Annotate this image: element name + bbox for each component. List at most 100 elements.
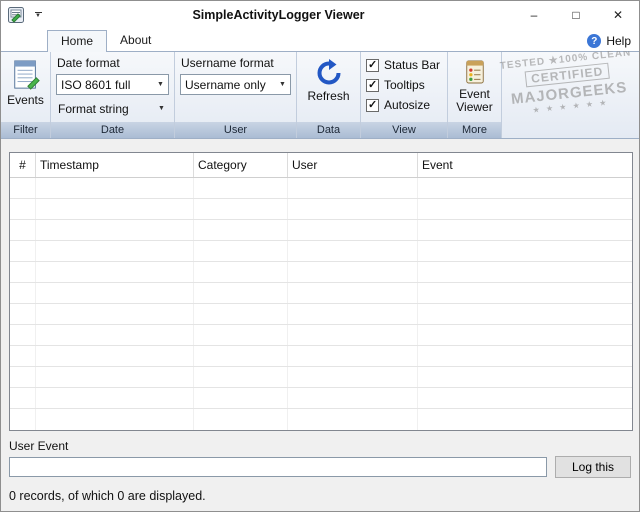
checkbox-label: Status Bar [384,58,441,72]
help-button[interactable]: ? Help [587,34,631,51]
table-row[interactable] [10,346,632,367]
table-cell [194,241,288,261]
group-caption-filter: Filter [1,122,50,138]
table-cell [10,367,36,387]
table-cell [36,283,194,303]
username-format-value: Username only [185,77,266,92]
checkbox-tooltips[interactable]: ✓ Tooltips [366,75,442,95]
refresh-icon [317,59,340,85]
checkbox-autosize[interactable]: ✓ Autosize [366,95,442,115]
table-cell [36,262,194,282]
table-row[interactable] [10,367,632,388]
checkbox-box: ✓ [366,58,379,72]
check-icon: ✓ [368,58,378,71]
group-caption-user: User [175,122,296,138]
format-string-dropdown[interactable]: Format string ▼ [56,99,169,118]
table-row[interactable] [10,325,632,346]
table-cell [194,409,288,430]
table-cell [36,199,194,219]
events-icon [13,60,40,90]
table-cell [10,241,36,261]
tab-about[interactable]: About [107,30,164,51]
events-table: # Timestamp Category User Event [9,152,633,431]
table-body [10,178,632,430]
table-cell [194,325,288,345]
table-cell [288,262,418,282]
ribbon-group-more: Event Viewer More [448,52,502,138]
table-row[interactable] [10,304,632,325]
user-event-label: User Event [9,439,69,453]
table-cell [194,367,288,387]
table-cell [288,241,418,261]
window-controls: – □ ✕ [513,1,639,29]
table-cell [288,220,418,240]
user-event-input[interactable] [9,457,547,477]
table-cell [36,388,194,408]
column-header-event[interactable]: Event [418,153,632,177]
quick-access-dropdown[interactable]: ▼ [32,11,44,19]
close-button[interactable]: ✕ [597,1,639,29]
table-cell [10,220,36,240]
table-row[interactable] [10,409,632,430]
events-button[interactable]: Events [6,55,45,122]
checkbox-status-bar[interactable]: ✓ Status Bar [366,55,442,75]
table-cell [10,283,36,303]
table-cell [36,367,194,387]
window-title: SimpleActivityLogger Viewer [192,8,365,22]
help-icon: ? [587,34,602,48]
table-row[interactable] [10,178,632,199]
table-cell [36,304,194,324]
table-cell [194,283,288,303]
table-cell [194,199,288,219]
status-bar: 0 records, of which 0 are displayed. [9,489,631,503]
majorgeeks-watermark: TESTED ★100% CLEAN CERTIFIED MAJORGEEKS … [496,47,639,118]
table-row[interactable] [10,283,632,304]
chevron-down-icon: ▼ [157,81,164,88]
ribbon: Events Filter Date format ISO 8601 full … [1,47,639,139]
table-header: # Timestamp Category User Event [10,153,632,178]
refresh-button[interactable]: Refresh [302,55,355,122]
log-this-button[interactable]: Log this [555,456,631,478]
table-cell [194,346,288,366]
ribbon-tab-bar: Home About ? Help [1,29,639,52]
column-header-user[interactable]: User [288,153,418,177]
table-cell [10,388,36,408]
record-count-text: 0 records, of which 0 are displayed. [9,489,206,503]
table-cell [418,346,632,366]
table-cell [418,199,632,219]
table-cell [36,325,194,345]
table-cell [10,346,36,366]
tab-home[interactable]: Home [47,30,108,52]
table-row[interactable] [10,388,632,409]
username-format-select[interactable]: Username only ▼ [180,74,291,95]
table-row[interactable] [10,199,632,220]
table-cell [418,283,632,303]
table-row[interactable] [10,241,632,262]
table-cell [10,262,36,282]
column-header-timestamp[interactable]: Timestamp [36,153,194,177]
date-format-title: Date format [57,56,120,70]
date-format-select[interactable]: ISO 8601 full ▼ [56,74,169,95]
check-icon: ✓ [368,98,378,111]
column-header-number[interactable]: # [10,153,36,177]
group-caption-view: View [361,122,447,138]
checkbox-box: ✓ [366,98,379,112]
table-cell [418,178,632,198]
group-caption-data: Data [297,122,360,138]
table-cell [194,262,288,282]
checkbox-label: Autosize [384,98,431,112]
maximize-button[interactable]: □ [555,1,597,29]
group-caption-date: Date [51,122,174,138]
minimize-button[interactable]: – [513,1,555,29]
table-cell [10,199,36,219]
ribbon-group-date: Date format ISO 8601 full ▼ Format strin… [51,52,175,138]
table-row[interactable] [10,220,632,241]
ribbon-group-data: Refresh Data [297,52,361,138]
event-viewer-button[interactable]: Event Viewer [453,55,496,122]
table-cell [288,388,418,408]
app-window: ▼ SimpleActivityLogger Viewer – □ ✕ Home… [0,0,640,512]
table-cell [418,241,632,261]
column-header-category[interactable]: Category [194,153,288,177]
table-cell [10,409,36,430]
table-row[interactable] [10,262,632,283]
